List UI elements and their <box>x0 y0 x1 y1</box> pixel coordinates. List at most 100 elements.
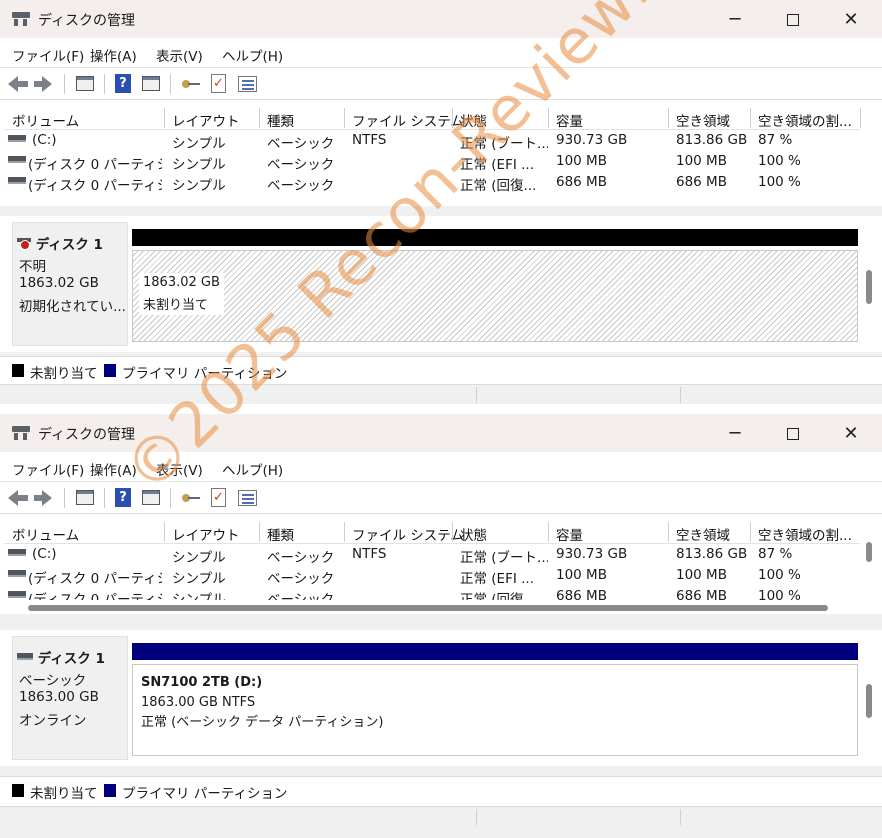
volume-row[interactable]: (C:) シンプル ベーシック NTFS 正常 (ブート... 930.73 G… <box>4 130 860 152</box>
cell-capacity: 930.73 GB <box>556 132 628 148</box>
cell-type: ベーシック <box>267 136 335 152</box>
col-volume[interactable]: ボリューム <box>12 524 79 544</box>
properties-icon[interactable]: ✓ <box>208 488 230 508</box>
cell-free-percent: 87 % <box>758 132 793 148</box>
menu-view[interactable]: 表示(V) <box>156 45 203 65</box>
col-capacity[interactable]: 容量 <box>556 110 583 130</box>
volume-list-vscrollbar[interactable] <box>866 542 872 562</box>
cell-volume: (ディスク 0 パーティショ... <box>28 592 162 600</box>
volume-list: ボリューム レイアウト 種類 ファイル システム 状態 容量 空き領域 空き領域… <box>4 520 860 600</box>
back-icon[interactable] <box>8 488 30 508</box>
title-bar: ディスクの管理 ─ ✕ <box>0 0 882 38</box>
cell-volume: (ディスク 0 パーティショ... <box>28 178 162 194</box>
volume-list-header: ボリューム レイアウト 種類 ファイル システム 状態 容量 空き領域 空き領域… <box>4 106 861 130</box>
unallocated-partition[interactable]: 1863.02 GB 未割り当て <box>132 250 858 342</box>
status-bar <box>0 384 882 404</box>
horizontal-scrollbar[interactable] <box>28 605 828 611</box>
connect-icon[interactable] <box>180 488 202 508</box>
volume-name: SN7100 2TB (D:) <box>141 675 263 690</box>
minimize-button[interactable]: ─ <box>712 420 758 448</box>
volume-row[interactable]: (ディスク 0 パーティショ... シンプル ベーシック 正常 (回復... 6… <box>4 586 860 600</box>
menu-bar: ファイル(F) 操作(A) 表示(V) ヘルプ(H) <box>0 38 882 68</box>
cell-free-percent: 100 % <box>758 588 801 600</box>
list-icon[interactable] <box>236 74 258 94</box>
cell-status: 正常 (回復... <box>460 592 537 600</box>
col-filesystem[interactable]: ファイル システム <box>352 524 464 544</box>
forward-icon[interactable] <box>34 488 56 508</box>
cell-capacity: 100 MB <box>556 153 607 169</box>
vertical-scrollbar[interactable] <box>866 684 872 718</box>
list-icon[interactable] <box>236 488 258 508</box>
col-filesystem[interactable]: ファイル システム <box>352 110 464 130</box>
col-volume[interactable]: ボリューム <box>12 110 79 130</box>
console-tree-icon[interactable] <box>74 488 96 508</box>
cell-free: 100 MB <box>676 567 727 583</box>
cell-filesystem: NTFS <box>352 546 387 562</box>
menu-action[interactable]: 操作(A) <box>90 45 137 65</box>
back-icon[interactable] <box>8 74 30 94</box>
cell-volume: (ディスク 0 パーティショ... <box>28 571 162 587</box>
console-tree-icon[interactable] <box>74 74 96 94</box>
col-free-percent[interactable]: 空き領域の割... <box>758 524 852 544</box>
properties-icon[interactable]: ✓ <box>208 74 230 94</box>
volume-icon <box>8 549 26 557</box>
col-free[interactable]: 空き領域 <box>676 110 730 130</box>
col-type[interactable]: 種類 <box>267 110 294 130</box>
menu-file[interactable]: ファイル(F) <box>12 459 84 479</box>
cell-free: 686 MB <box>676 588 727 600</box>
col-layout[interactable]: レイアウト <box>172 524 240 544</box>
connect-icon[interactable] <box>180 74 202 94</box>
action-pane-icon[interactable] <box>140 74 162 94</box>
cell-status: 正常 (ブート... <box>460 136 548 152</box>
col-free[interactable]: 空き領域 <box>676 524 730 544</box>
menu-file[interactable]: ファイル(F) <box>12 45 84 65</box>
action-pane-icon[interactable] <box>140 488 162 508</box>
disk-graphical-view: ディスク 1 ベーシック 1863.00 GB オンライン SN7100 2TB… <box>4 630 872 766</box>
window-title: ディスクの管理 <box>38 13 136 29</box>
cell-filesystem: NTFS <box>352 132 387 148</box>
primary-partition-header-bar <box>132 643 858 660</box>
volume-size: 1863.00 GB NTFS <box>141 695 256 710</box>
volume-row[interactable]: (ディスク 0 パーティショ... シンプル ベーシック 正常 (EFI ...… <box>4 151 860 173</box>
cell-status: 正常 (回復... <box>460 178 537 194</box>
disk-graphical-view: ディスク 1 不明 1863.02 GB 初期化されてい... 1863.02 … <box>4 216 872 352</box>
legend: 未割り当て プライマリ パーティション <box>0 356 882 382</box>
volume-row[interactable]: (ディスク 0 パーティショ... シンプル ベーシック 正常 (EFI ...… <box>4 565 860 587</box>
maximize-button[interactable] <box>770 6 816 34</box>
col-capacity[interactable]: 容量 <box>556 524 583 544</box>
disk-1-label[interactable]: ディスク 1 ベーシック 1863.00 GB オンライン <box>12 636 128 760</box>
window-title: ディスクの管理 <box>38 427 136 443</box>
disk-management-icon <box>12 12 30 26</box>
menu-view[interactable]: 表示(V) <box>156 459 203 479</box>
help-icon[interactable]: ? <box>112 488 134 508</box>
cell-layout: シンプル <box>172 178 226 194</box>
volume-row[interactable]: (C:) シンプル ベーシック NTFS 正常 (ブート... 930.73 G… <box>4 544 860 566</box>
maximize-button[interactable] <box>770 420 816 448</box>
close-button[interactable]: ✕ <box>828 6 874 34</box>
vertical-scrollbar[interactable] <box>866 270 872 304</box>
menu-action[interactable]: 操作(A) <box>90 459 137 479</box>
cell-capacity: 686 MB <box>556 588 607 600</box>
forward-icon[interactable] <box>34 74 56 94</box>
col-type[interactable]: 種類 <box>267 524 294 544</box>
menu-help[interactable]: ヘルプ(H) <box>222 459 283 479</box>
volume-icon <box>8 177 26 185</box>
close-button[interactable]: ✕ <box>828 420 874 448</box>
col-free-percent[interactable]: 空き領域の割... <box>758 110 852 130</box>
primary-partition[interactable]: SN7100 2TB (D:) 1863.00 GB NTFS 正常 (ベーシッ… <box>132 664 858 756</box>
volume-icon <box>8 156 26 164</box>
cell-volume: (C:) <box>32 132 57 148</box>
disk-type: 不明 <box>19 259 46 275</box>
cell-capacity: 686 MB <box>556 174 607 190</box>
col-layout[interactable]: レイアウト <box>172 110 240 130</box>
volume-icon <box>8 570 26 578</box>
disk-1-label[interactable]: ディスク 1 不明 1863.02 GB 初期化されてい... <box>12 222 128 346</box>
cell-layout: シンプル <box>172 592 226 600</box>
menu-help[interactable]: ヘルプ(H) <box>222 45 283 65</box>
volume-icon <box>8 135 26 143</box>
volume-row[interactable]: (ディスク 0 パーティショ... シンプル ベーシック 正常 (回復... 6… <box>4 172 860 194</box>
col-status[interactable]: 状態 <box>460 524 487 544</box>
help-icon[interactable]: ? <box>112 74 134 94</box>
col-status[interactable]: 状態 <box>460 110 487 130</box>
minimize-button[interactable]: ─ <box>712 6 758 34</box>
